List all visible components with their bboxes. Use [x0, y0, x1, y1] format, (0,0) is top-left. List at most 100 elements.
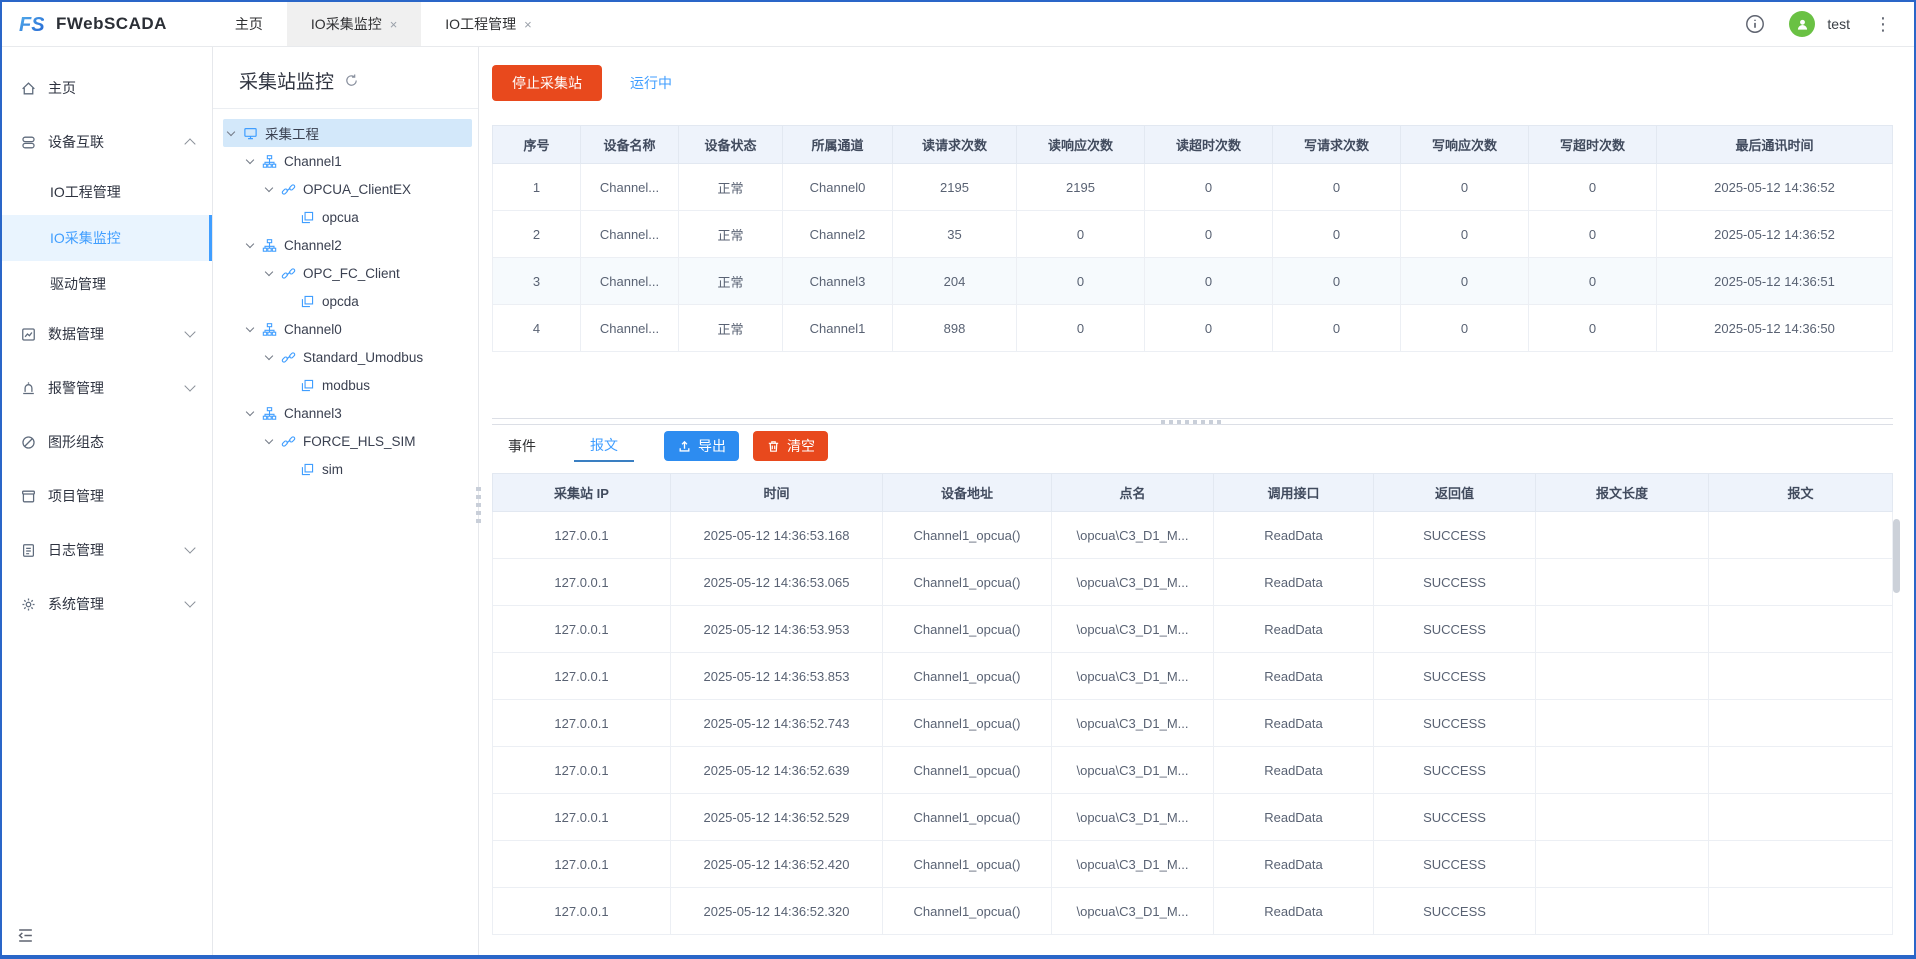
refresh-icon[interactable]	[344, 73, 359, 88]
cell: Channel1_opcua()	[883, 841, 1052, 888]
top-tab[interactable]: IO采集监控 ×	[287, 2, 421, 46]
sidebar-item[interactable]: 日志管理	[2, 523, 212, 577]
sidebar-subitem[interactable]: IO采集监控	[2, 215, 212, 261]
table-row[interactable]: 127.0.0.12025-05-12 14:36:52.320Channel1…	[493, 888, 1893, 935]
sidebar-item[interactable]: 数据管理	[2, 307, 212, 361]
main-content: 停止采集站 运行中 序号设备名称设备状态所属通道读请求次数读响应次数读超时次数写…	[479, 47, 1914, 955]
caret-down-icon[interactable]	[265, 351, 273, 359]
cell: 898	[893, 305, 1017, 352]
sidebar-subitem-label: IO工程管理	[50, 182, 121, 202]
sidebar-item-label: 图形组态	[48, 432, 104, 452]
sidebar-item-label: 设备互联	[48, 132, 104, 152]
table-row[interactable]: 127.0.0.12025-05-12 14:36:52.529Channel1…	[493, 794, 1893, 841]
export-button[interactable]: 导出	[664, 431, 739, 461]
tree-node[interactable]: OPCUA_ClientEX	[223, 175, 472, 203]
table-row[interactable]: 127.0.0.12025-05-12 14:36:53.853Channel1…	[493, 653, 1893, 700]
tab-close-icon[interactable]: ×	[390, 17, 398, 32]
clear-button[interactable]: 清空	[753, 431, 828, 461]
table-row[interactable]: 2Channel...正常Channel235000002025-05-12 1…	[493, 211, 1893, 258]
sidebar-item[interactable]: 图形组态	[2, 415, 212, 469]
sidebar-item[interactable]: 报警管理	[2, 361, 212, 415]
horizontal-splitter[interactable]	[492, 418, 1893, 425]
cell: 正常	[679, 258, 783, 305]
table-row[interactable]: 127.0.0.12025-05-12 14:36:52.420Channel1…	[493, 841, 1893, 888]
cell: ReadData	[1214, 700, 1374, 747]
sidebar-subitem[interactable]: IO工程管理	[2, 169, 212, 215]
cell: 2025-05-12 14:36:52.639	[671, 747, 883, 794]
cell	[1709, 559, 1893, 606]
tree-node[interactable]: OPC_FC_Client	[223, 259, 472, 287]
column-header: 读响应次数	[1017, 126, 1145, 164]
sidebar-item[interactable]: 系统管理	[2, 577, 212, 631]
column-header: 点名	[1052, 474, 1214, 512]
tree-node[interactable]: Standard_Umodbus	[223, 343, 472, 371]
cell: 0	[1529, 258, 1657, 305]
vertical-splitter-handle[interactable]	[476, 487, 481, 523]
cell: 2025-05-12 14:36:53.065	[671, 559, 883, 606]
cell	[1709, 653, 1893, 700]
tree-node[interactable]: 采集工程	[223, 119, 472, 147]
table-row[interactable]: 127.0.0.12025-05-12 14:36:53.953Channel1…	[493, 606, 1893, 653]
tree-node[interactable]: Channel3	[223, 399, 472, 427]
cell: ReadData	[1214, 653, 1374, 700]
sidebar-subitem[interactable]: 驱动管理	[2, 261, 212, 307]
tree-node[interactable]: Channel2	[223, 231, 472, 259]
sidebar-item[interactable]: 主页	[2, 61, 212, 115]
cell: ReadData	[1214, 606, 1374, 653]
caret-down-icon[interactable]	[246, 155, 254, 163]
table-row[interactable]: 127.0.0.12025-05-12 14:36:53.168Channel1…	[493, 512, 1893, 559]
caret-down-icon[interactable]	[265, 183, 273, 191]
sidebar-item-label: 数据管理	[48, 324, 104, 344]
top-tab[interactable]: IO工程管理×	[421, 2, 555, 46]
cell: SUCCESS	[1374, 747, 1536, 794]
tree-node-label: OPC_FC_Client	[303, 266, 400, 281]
user-avatar[interactable]	[1789, 11, 1815, 37]
tree-node[interactable]: modbus	[223, 371, 472, 399]
cell: 0	[1017, 305, 1145, 352]
vertical-scrollbar[interactable]	[1893, 519, 1900, 593]
device-icon	[300, 378, 315, 393]
device-icon	[300, 462, 315, 477]
table-row[interactable]: 127.0.0.12025-05-12 14:36:52.639Channel1…	[493, 747, 1893, 794]
tree-node[interactable]: sim	[223, 455, 472, 483]
caret-down-icon[interactable]	[227, 127, 235, 135]
top-tab[interactable]: 主页	[211, 2, 287, 46]
message-tab[interactable]: 报文	[574, 430, 634, 462]
tree-node-label: Channel1	[284, 154, 342, 169]
topbar-right: test ⋮	[1745, 11, 1892, 37]
more-menu-icon[interactable]: ⋮	[1874, 15, 1892, 33]
sidebar-item[interactable]: 设备互联	[2, 115, 212, 169]
tree-node[interactable]: Channel0	[223, 315, 472, 343]
cell: 2025-05-12 14:36:52	[1657, 164, 1893, 211]
sidebar-collapse-icon[interactable]	[16, 926, 35, 945]
table-row[interactable]: 4Channel...正常Channel1898000002025-05-12 …	[493, 305, 1893, 352]
message-tab[interactable]: 事件	[492, 430, 552, 462]
stop-station-button[interactable]: 停止采集站	[492, 65, 602, 101]
caret-down-icon[interactable]	[246, 407, 254, 415]
top-tab-label: IO采集监控	[311, 14, 382, 34]
tree-node[interactable]: opcda	[223, 287, 472, 315]
caret-down-icon[interactable]	[246, 239, 254, 247]
tree-node[interactable]: Channel1	[223, 147, 472, 175]
table-row[interactable]: 3Channel...正常Channel3204000002025-05-12 …	[493, 258, 1893, 305]
cell	[1536, 794, 1709, 841]
cell: ReadData	[1214, 512, 1374, 559]
sidebar-item[interactable]: 项目管理	[2, 469, 212, 523]
caret-down-icon[interactable]	[265, 435, 273, 443]
table-row[interactable]: 127.0.0.12025-05-12 14:36:52.743Channel1…	[493, 700, 1893, 747]
data-icon	[20, 326, 37, 343]
info-icon[interactable]	[1745, 14, 1765, 34]
tree-node[interactable]: opcua	[223, 203, 472, 231]
table-row[interactable]: 1Channel...正常Channel02195219500002025-05…	[493, 164, 1893, 211]
caret-down-icon[interactable]	[246, 323, 254, 331]
station-status: 运行中	[630, 73, 672, 93]
tree-node[interactable]: FORCE_HLS_SIM	[223, 427, 472, 455]
table-row[interactable]: 127.0.0.12025-05-12 14:36:53.065Channel1…	[493, 559, 1893, 606]
message-table-wrap: 采集站 IP时间设备地址点名调用接口返回值报文长度报文127.0.0.12025…	[492, 473, 1893, 935]
trash-icon	[766, 439, 781, 454]
caret-down-icon[interactable]	[265, 267, 273, 275]
column-header: 调用接口	[1214, 474, 1374, 512]
cell: 2025-05-12 14:36:52.320	[671, 888, 883, 935]
tab-close-icon[interactable]: ×	[524, 17, 532, 32]
channel-icon	[262, 238, 277, 253]
